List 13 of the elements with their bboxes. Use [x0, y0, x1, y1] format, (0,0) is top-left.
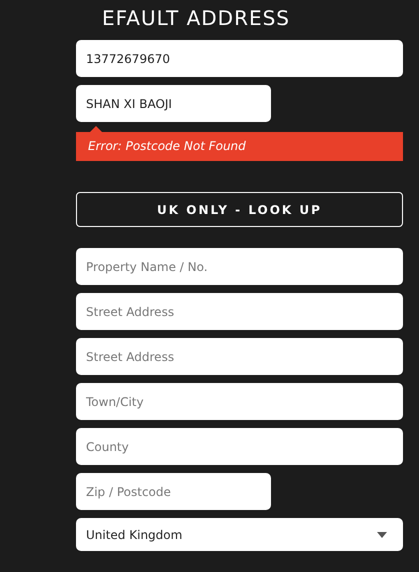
caret-icon [377, 532, 387, 538]
error-message: Error: Postcode Not Found [76, 126, 403, 161]
input-field[interactable]: Street Address [76, 293, 403, 330]
input-field[interactable]: Street Address [76, 338, 403, 375]
lookup-button[interactable]: UK ONLY - LOOK UP [76, 192, 403, 227]
input-field[interactable]: Property Name / No. [76, 248, 403, 285]
input-field[interactable]: Zip / Postcode [76, 473, 271, 510]
input-field[interactable]: Town/City [76, 383, 403, 420]
country-dropdown[interactable]: United Kingdom [76, 518, 403, 551]
input-field[interactable]: County [76, 428, 403, 465]
input-field[interactable]: SHAN XI BAOJI [76, 85, 271, 122]
page-title: EFAULT ADDRESS [102, 5, 290, 32]
input-field[interactable]: 13772679670 [76, 40, 403, 77]
